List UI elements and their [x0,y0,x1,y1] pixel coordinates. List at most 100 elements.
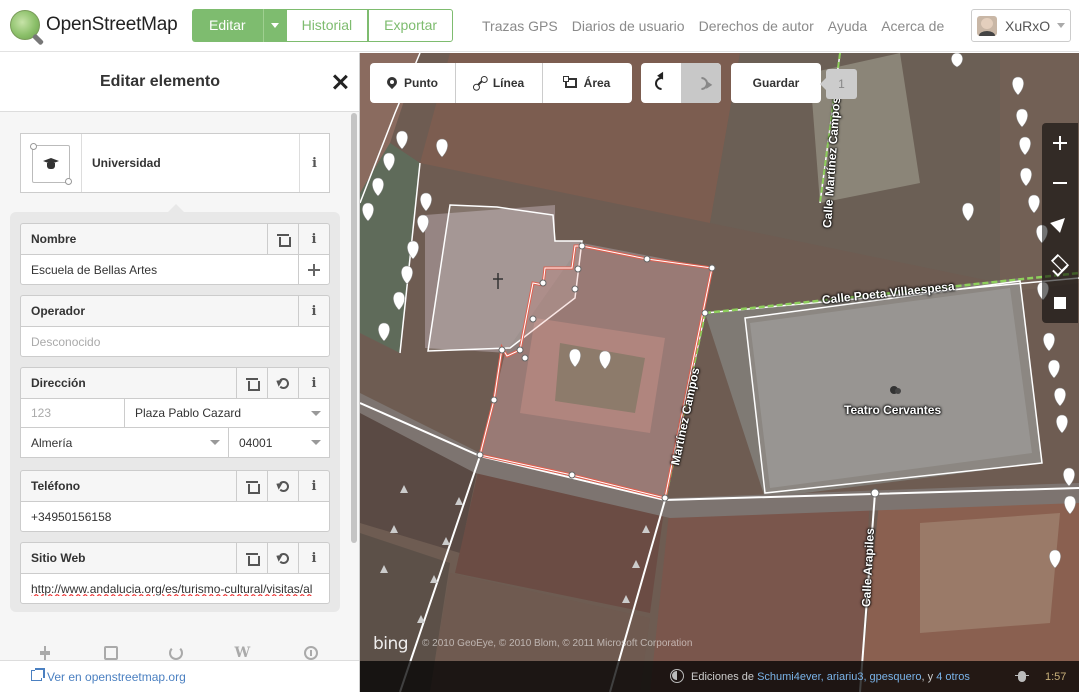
avatar [977,15,997,36]
wheelchair-icon[interactable] [169,646,183,660]
poi-label-teatro-cervantes: Teatro Cervantes [844,403,942,417]
background-layers-button[interactable] [1042,243,1078,283]
map-data-button[interactable] [1042,283,1078,323]
address-row-1: 123 Plaza Pablo Cazard [20,398,330,428]
user-menu[interactable]: XuRxO [971,9,1071,42]
imagery-copyright: © 2010 GeoEye, © 2010 Blom, © 2011 Micro… [422,638,693,649]
map-scale: 1:57 [1045,671,1067,683]
attribution-prefix: Ediciones de [691,671,754,683]
field-name: Nombre i Escuela de Bellas Artes [20,223,330,285]
delete-field-button[interactable] [236,543,267,573]
add-point-button[interactable]: Punto [370,63,456,103]
add-area-button[interactable]: Área [543,63,632,103]
sidebar-header: Editar elemento [0,53,359,112]
undo-icon [277,552,289,564]
field-label: Sitio Web [31,551,86,565]
preset-name: Universidad [92,156,161,170]
brand-name: OpenStreetMap [46,14,178,35]
field-info-button[interactable]: i [298,471,329,501]
top-nav: Trazas GPS Diarios de usuario Derechos d… [482,18,958,34]
housenumber-input[interactable]: 123 [21,399,124,427]
revert-field-button[interactable] [267,543,298,573]
contributor-links[interactable]: Schumi4ever, ariariu3, gpesquero [757,671,921,683]
delete-field-button[interactable] [267,224,298,254]
field-label: Dirección [31,376,86,390]
close-icon[interactable] [330,72,350,92]
fields-panel: Nombre i Escuela de Bellas Artes Operado… [10,212,340,612]
field-label-row: Nombre i [20,223,330,254]
delete-field-button[interactable] [236,368,267,398]
field-website: Sitio Web i http://www.andalucia.org/es/… [20,542,330,604]
field-label: Teléfono [31,479,81,493]
field-label-row: Teléfono i [20,470,330,501]
nav-gps-traces[interactable]: Trazas GPS [482,18,558,34]
field-info-button[interactable]: i [298,543,329,573]
history-button[interactable]: Historial [286,9,369,42]
area-icon [562,76,577,88]
map-area[interactable]: Calle Martínez Campos Calle Poeta Villae… [360,53,1079,692]
info-icon[interactable] [304,646,318,660]
delete-field-button[interactable] [236,471,267,501]
nav-copyright[interactable]: Derechos de autor [699,18,814,34]
osm-logo[interactable]: OpenStreetMap [10,10,178,40]
city-value: Almería [31,435,73,450]
field-info-button[interactable]: i [298,368,329,398]
operator-input[interactable]: Desconocido [20,326,330,357]
caret-down-icon [271,23,280,28]
trash-icon [277,233,291,247]
history-panel-icon[interactable] [670,669,684,683]
magnifier-globe-icon [10,10,40,40]
revert-field-button[interactable] [267,368,298,398]
field-label-row: Operador i [20,295,330,326]
notes-icon[interactable] [103,646,118,660]
edit-count-badge: 1 [820,69,857,99]
field-phone: Teléfono i +34950156158 [20,470,330,532]
bing-logo: bing [373,634,409,654]
preset-info-button[interactable]: i [299,134,329,192]
field-label-row: Dirección i [20,367,330,398]
website-input[interactable]: http://www.andalucia.org/es/turismo-cult… [20,573,330,604]
aerial-imagery [360,53,1079,692]
revert-field-button[interactable] [267,471,298,501]
college-icon [42,157,60,171]
bug-report-icon[interactable] [1015,669,1029,683]
field-info-button[interactable]: i [298,224,329,254]
nav-help[interactable]: Ayuda [828,18,867,34]
wikipedia-icon[interactable]: W [235,646,253,660]
add-line-button[interactable]: Línea [456,63,543,103]
elevation-icon[interactable] [38,646,52,660]
nav-user-diaries[interactable]: Diarios de usuario [572,18,685,34]
geolocate-button[interactable] [1042,203,1078,243]
other-contributors-link[interactable]: 4 otros [936,671,970,683]
edit-dropdown-button[interactable] [262,9,287,42]
zoom-out-button[interactable] [1042,163,1078,203]
preset-selector[interactable]: Universidad i [20,133,330,193]
address-row-2: Almería 04001 [20,428,330,458]
phone-input[interactable]: +34950156158 [20,501,330,532]
city-combo[interactable]: Almería [21,428,228,457]
field-address: Dirección i 123 Plaza Pablo Cazard Almer… [20,367,330,458]
field-info-button[interactable]: i [298,296,329,326]
edit-button[interactable]: Editar [192,9,263,42]
export-button[interactable]: Exportar [368,9,454,42]
zoom-in-button[interactable] [1042,123,1078,163]
add-line-label: Línea [492,76,525,90]
nav-about[interactable]: Acerca de [881,18,944,34]
save-button[interactable]: Guardar [731,63,821,103]
add-localized-name-button[interactable] [298,255,329,284]
postcode-combo[interactable]: 04001 [228,428,329,457]
view-on-osm-link[interactable]: Ver en openstreetmap.org [47,670,186,684]
field-label: Operador [31,304,86,318]
undo-redo-toolbar [641,63,721,103]
redo-button[interactable] [681,63,721,103]
name-input[interactable]: Escuela de Bellas Artes [20,254,330,285]
undo-icon [277,480,289,492]
name-value: Escuela de Bellas Artes [31,262,158,277]
sidebar-scrollbar[interactable] [351,113,357,543]
undo-icon [277,377,289,389]
operator-placeholder: Desconocido [31,334,101,349]
trash-icon [246,480,260,494]
street-combo[interactable]: Plaza Pablo Cazard [124,399,329,427]
undo-button[interactable] [641,63,681,103]
field-label-row: Sitio Web i [20,542,330,573]
